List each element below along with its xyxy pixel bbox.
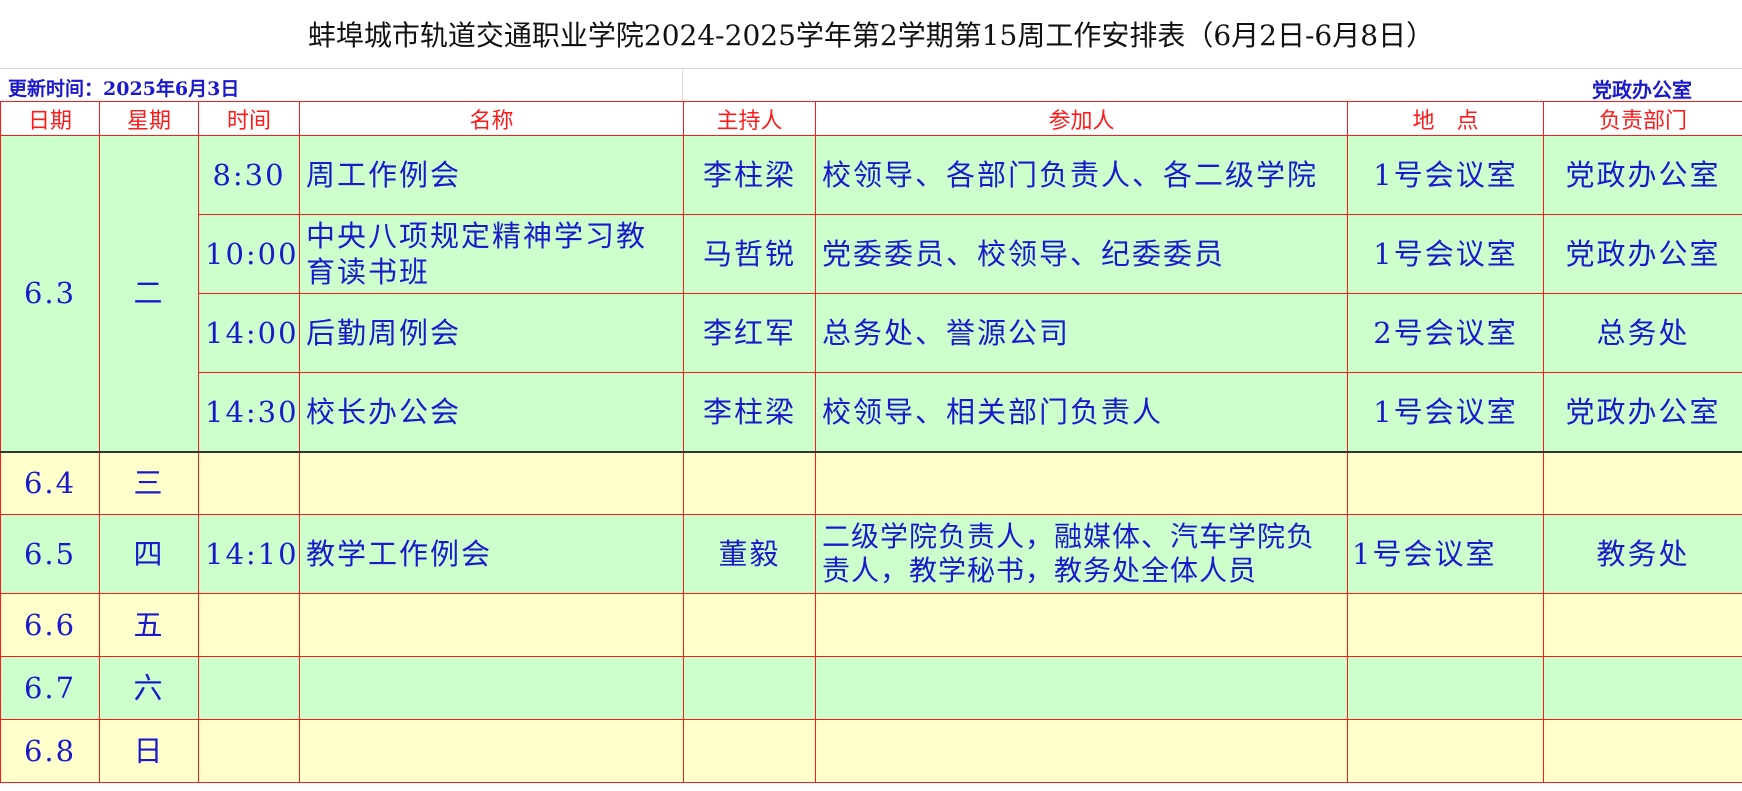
dept-cell: 党政办公室 [1543,214,1742,294]
header-dept: 负责部门 [1543,101,1742,136]
location-cell [1347,656,1544,720]
table-row: 14:00 后勤周例会 李红军 总务处、誉源公司 2号会议室 总务处 [1,293,1742,373]
host-cell: 董毅 [683,514,816,594]
time-cell [198,451,300,515]
time-cell [198,593,300,657]
time-cell: 8:30 [198,135,300,215]
host-cell [683,719,816,783]
update-time: 更新时间：2025年6月3日 [8,78,240,100]
dept-cell: 总务处 [1543,293,1742,373]
participants-cell [815,656,1348,720]
participants-cell [815,719,1348,783]
host-cell [683,656,816,720]
location-cell: 1号会议室 [1347,372,1544,453]
dept-cell [1543,451,1742,515]
name-cell: 校长办公会 [299,372,684,453]
location-cell [1347,451,1544,515]
participants-cell: 校领导、各部门负责人、各二级学院 [815,135,1348,215]
dept-cell [1543,593,1742,657]
name-cell: 中央八项规定精神学习教育读书班 [299,214,684,294]
host-cell: 李柱梁 [683,135,816,215]
time-cell [198,656,300,720]
location-cell [1347,719,1544,783]
location-cell: 1号会议室 [1347,135,1544,215]
location-cell: 1号会议室 [1347,214,1544,294]
date-cell: 6.5 [0,514,100,594]
table-row: 6.3 二 8:30 周工作例会 李柱梁 校领导、各部门负责人、各二级学院 1号… [0,135,1742,453]
name-cell [299,593,684,657]
host-cell [683,451,816,515]
table-row: 6.5 四 14:10 教学工作例会 董毅 二级学院负责人，融媒体、汽车学院负责… [0,514,1742,594]
time-cell: 14:10 [198,514,300,594]
name-cell [299,451,684,515]
weekday-cell: 三 [99,451,199,515]
weekday-cell: 二 [99,135,199,453]
host-cell: 李柱梁 [683,372,816,453]
table-row: 14:30 校长办公会 李柱梁 校领导、相关部门负责人 1号会议室 党政办公室 [1,372,1742,453]
participants-cell: 党委委员、校领导、纪委委员 [815,214,1348,294]
time-cell: 10:00 [198,214,300,294]
time-cell: 14:30 [198,372,300,453]
dept-cell: 党政办公室 [1543,135,1742,215]
office-label: 党政办公室 [1592,78,1692,102]
name-cell [299,656,684,720]
meta-bar: 更新时间：2025年6月3日 党政办公室 [0,68,1742,102]
table-row: 6.6 五 [0,593,1742,657]
name-cell: 教学工作例会 [299,514,684,594]
weekday-cell: 四 [99,514,199,594]
time-cell [198,719,300,783]
participants-cell [815,593,1348,657]
participants-cell: 二级学院负责人，融媒体、汽车学院负责人，教学秘书，教务处全体人员 [815,514,1348,594]
header-location: 地 点 [1347,101,1544,136]
dept-cell [1543,719,1742,783]
participants-cell: 校领导、相关部门负责人 [815,372,1348,453]
schedule-table: 日期 星期 时间 名称 主持人 参加人 地 点 负责部门 6.3 二 8:30 … [0,101,1742,783]
header-participants: 参加人 [815,101,1348,136]
time-cell: 14:00 [198,293,300,373]
header-host: 主持人 [683,101,816,136]
header-date: 日期 [0,101,100,136]
table-row: 10:00 中央八项规定精神学习教育读书班 马哲锐 党委委员、校领导、纪委委员 … [1,214,1742,294]
name-cell [299,719,684,783]
location-cell [1347,593,1544,657]
weekday-cell: 六 [99,656,199,720]
dept-cell: 教务处 [1543,514,1742,594]
dept-cell [1543,656,1742,720]
date-cell: 6.3 [0,135,100,453]
weekday-cell: 五 [99,593,199,657]
header-name: 名称 [299,101,684,136]
table-row: 6.4 三 [0,451,1742,515]
participants-cell: 总务处、誉源公司 [815,293,1348,373]
page-title: 蚌埠城市轨道交通职业学院2024-2025学年第2学期第15周工作安排表（6月2… [0,0,1742,69]
host-cell: 马哲锐 [683,214,816,294]
header-weekday: 星期 [99,101,199,136]
header-time: 时间 [198,101,300,136]
date-cell: 6.7 [0,656,100,720]
location-cell: 2号会议室 [1347,293,1544,373]
location-cell: 1号会议室 [1347,514,1544,594]
divider [682,68,683,101]
host-cell: 李红军 [683,293,816,373]
date-cell: 6.8 [0,719,100,783]
weekday-cell: 日 [99,719,199,783]
date-cell: 6.4 [0,451,100,515]
table-row: 6.7 六 [0,656,1742,720]
name-cell: 后勤周例会 [299,293,684,373]
name-cell: 周工作例会 [299,135,684,215]
table-row: 6.8 日 [0,719,1742,783]
date-cell: 6.6 [0,593,100,657]
host-cell [683,593,816,657]
header-row: 日期 星期 时间 名称 主持人 参加人 地 点 负责部门 [0,101,1742,136]
participants-cell [815,451,1348,515]
dept-cell: 党政办公室 [1543,372,1742,453]
